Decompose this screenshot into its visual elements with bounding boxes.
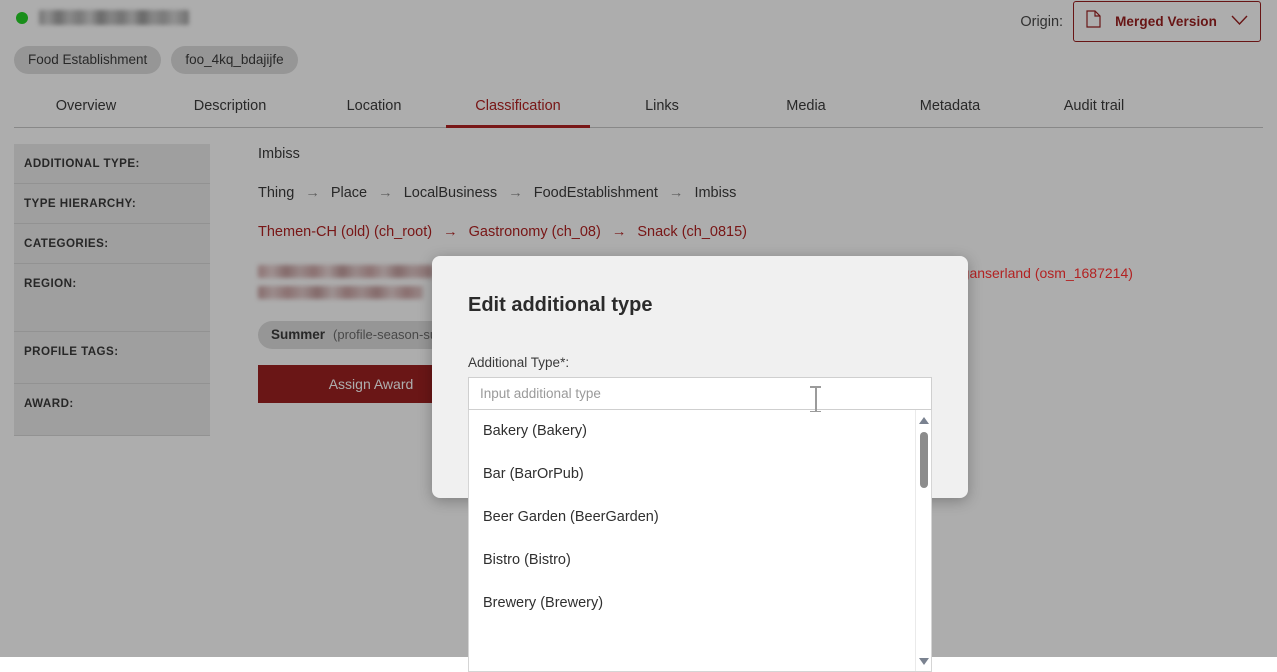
additional-type-combobox: Bakery (Bakery) Bar (BarOrPub) Beer Gard… [468,377,932,672]
option-beer-garden[interactable]: Beer Garden (BeerGarden) [469,496,931,539]
option-brewery[interactable]: Brewery (Brewery) [469,582,931,625]
scroll-up-arrow-icon[interactable] [916,412,931,428]
dialog-title: Edit additional type [432,256,968,317]
option-bar[interactable]: Bar (BarOrPub) [469,453,931,496]
region-tail-text: rganserland (osm_1687214) [957,265,1133,281]
additional-type-option-list: Bakery (Bakery) Bar (BarOrPub) Beer Gard… [468,410,932,672]
dropdown-scrollbar[interactable] [915,410,931,671]
option-bakery[interactable]: Bakery (Bakery) [469,410,931,453]
additional-type-field-label: Additional Type*: [432,317,968,370]
scrollbar-thumb[interactable] [920,432,928,488]
option-bistro[interactable]: Bistro (Bistro) [469,539,931,582]
additional-type-input[interactable] [468,377,932,410]
scroll-down-arrow-icon[interactable] [916,653,931,669]
